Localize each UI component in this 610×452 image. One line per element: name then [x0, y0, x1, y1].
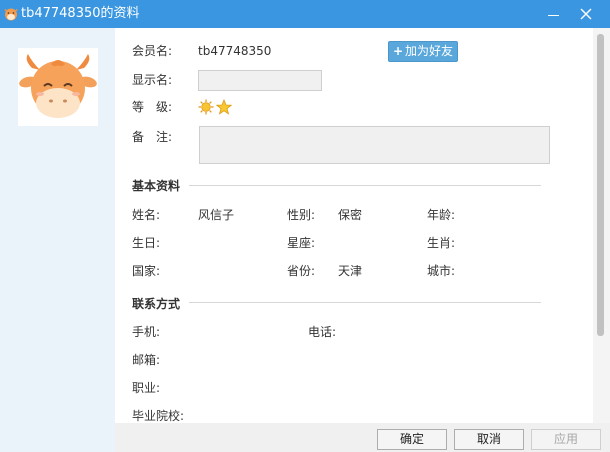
- scrollbar-thumb[interactable]: [597, 34, 604, 336]
- add-friend-label: 加为好友: [405, 44, 454, 58]
- avatar: [18, 48, 98, 126]
- ok-button[interactable]: 确定: [377, 429, 447, 450]
- school-label: 毕业院校:: [132, 409, 185, 423]
- mobile-label: 手机:: [132, 325, 161, 339]
- star-icon: [215, 98, 233, 118]
- display-name-label: 显示名:: [132, 73, 173, 87]
- basic-info-title: 基本资料: [132, 179, 181, 193]
- zodiac-label: 生肖:: [427, 236, 456, 250]
- remark-label: 备 注:: [132, 130, 173, 144]
- close-icon[interactable]: [575, 3, 597, 25]
- plus-icon: +: [392, 44, 404, 58]
- vertical-scrollbar[interactable]: [593, 28, 610, 423]
- level-label: 等 级:: [132, 100, 173, 114]
- sun-icon: [198, 99, 214, 118]
- birthday-label: 生日:: [132, 236, 161, 250]
- cancel-button[interactable]: 取消: [454, 429, 524, 450]
- cow-avatar-icon: [19, 54, 97, 118]
- name-value: 风信子: [198, 208, 235, 222]
- contact-info-title: 联系方式: [132, 297, 181, 311]
- profile-content: 会员名: tb47748350 + 加为好友 显示名: 等 级: 备 注: 基本资…: [115, 28, 593, 423]
- gender-value: 保密: [338, 208, 363, 222]
- remark-field[interactable]: [199, 126, 550, 164]
- phone-label: 电话:: [308, 325, 337, 339]
- country-label: 国家:: [132, 264, 161, 278]
- apply-button[interactable]: 应用: [531, 429, 601, 450]
- window-title: tb47748350的资料: [21, 6, 140, 21]
- display-name-field[interactable]: [198, 70, 322, 91]
- age-label: 年龄:: [427, 208, 456, 222]
- occupation-label: 职业:: [132, 381, 161, 395]
- minimize-icon[interactable]: [542, 3, 564, 25]
- member-value: tb47748350: [198, 44, 272, 58]
- name-label: 姓名:: [132, 208, 161, 222]
- cow-logo-icon: [3, 6, 19, 22]
- section-divider: [189, 302, 541, 303]
- member-label: 会员名:: [132, 44, 173, 58]
- add-friend-button[interactable]: + 加为好友: [388, 41, 458, 62]
- province-label: 省份:: [287, 264, 316, 278]
- gender-label: 性别:: [287, 208, 316, 222]
- dialog-button-bar: 确定 取消 应用: [115, 423, 610, 452]
- avatar-panel: [0, 28, 115, 452]
- city-label: 城市:: [427, 264, 456, 278]
- province-value: 天津: [338, 264, 363, 278]
- constellation-label: 星座:: [287, 236, 316, 250]
- email-label: 邮箱:: [132, 353, 161, 367]
- title-bar: tb47748350的资料: [0, 0, 610, 28]
- section-divider: [189, 185, 541, 186]
